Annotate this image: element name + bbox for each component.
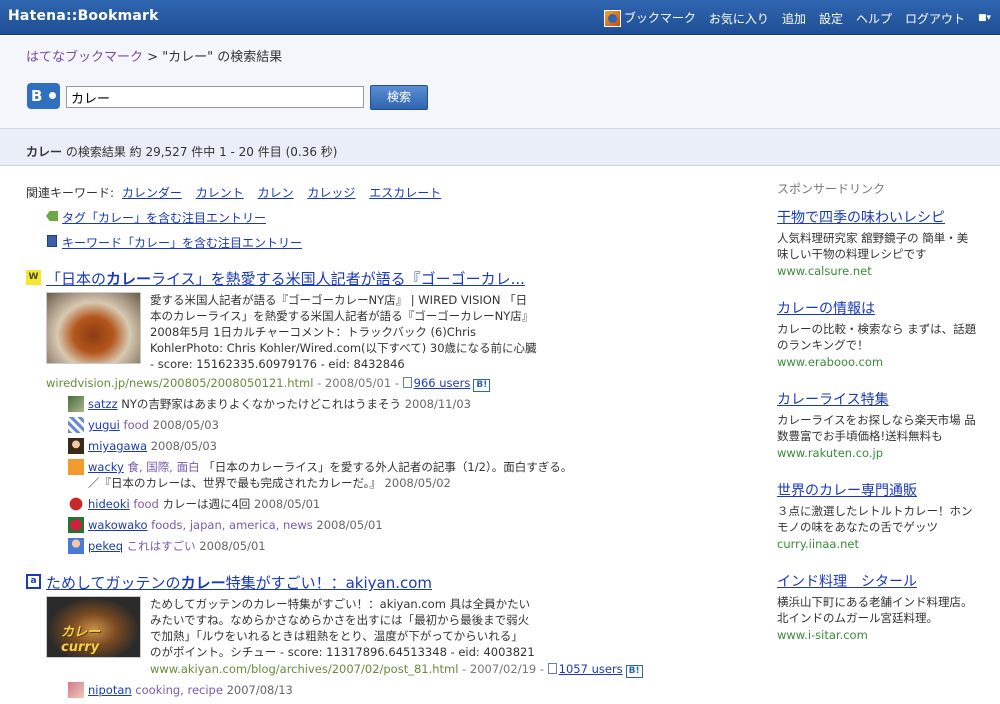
- ad-title-link[interactable]: カレーの情報は: [777, 298, 977, 318]
- entry-title-link[interactable]: ためしてガッテンのカレー特集がすごい！：akiyan.com: [46, 574, 432, 592]
- ad-url[interactable]: www.rakuten.co.jp: [777, 446, 977, 460]
- comment-username[interactable]: yugui: [88, 418, 120, 432]
- avatar[interactable]: [68, 682, 84, 698]
- entry-url[interactable]: wiredvision.jp/news/200805/2008050121.ht…: [46, 376, 313, 390]
- akiyan-favicon-icon: a: [26, 574, 41, 589]
- comment-username[interactable]: hideoki: [88, 497, 130, 511]
- tag-icon: [46, 211, 58, 221]
- entry-body: 愛する米国人記者が語る『ゴーゴーカレーNY店』 | WIRED VISION 「…: [46, 292, 746, 376]
- sponsored-heading: スポンサードリンク: [777, 182, 886, 196]
- search-area: はてなブックマーク > "カレー" の検索結果 B 検索: [0, 36, 1000, 128]
- avatar[interactable]: [68, 417, 84, 433]
- entry-title-link[interactable]: 「日本のカレーライス」を熱愛する米国人記者が語る『ゴーゴーカレ...: [46, 270, 525, 288]
- nav-favorites[interactable]: お気に入り: [709, 10, 769, 27]
- nav-help[interactable]: ヘルプ: [856, 10, 892, 27]
- comment-username[interactable]: pekeq: [88, 539, 123, 553]
- keyword-book-icon: [47, 235, 57, 247]
- comment-item: wacky 食, 国際, 面白 「日本のカレーライス」を愛する外人記者の記事（1…: [68, 459, 746, 491]
- main-results: 関連キーワード: カレンダー カレント カレン カレッジ エスカレート タグ「カ…: [26, 184, 746, 698]
- entry-title-row: a ためしてガッテンのカレー特集がすごい！：akiyan.com: [26, 572, 746, 592]
- comment-item: wakowako foods, japan, america, news 200…: [68, 517, 746, 533]
- hatena-b-icon: B: [27, 83, 60, 109]
- sponsored-ad: 世界のカレー専門通販 ３点に激選したレトルトカレー！ホンモノの味をあなたの舌でゲ…: [777, 480, 977, 551]
- keyword-entries-link[interactable]: キーワード「カレー」を含む注目エントリー: [62, 236, 302, 250]
- wired-favicon-icon: W: [26, 270, 41, 285]
- top-nav: ブックマーク お気に入り 追加 設定 ヘルプ ログアウト ■▾: [603, 9, 992, 27]
- related-keyword-link[interactable]: カレント: [196, 186, 244, 200]
- comment-item: pekeq これはすごい 2008/05/01: [68, 538, 746, 554]
- flag-menu-icon[interactable]: ■▾: [978, 13, 992, 23]
- search-result-entry: W 「日本のカレーライス」を熱愛する米国人記者が語る『ゴーゴーカレ... 愛する…: [26, 268, 746, 559]
- nav-settings[interactable]: 設定: [819, 10, 843, 27]
- comment-item: miyagawa 2008/05/03: [68, 438, 746, 454]
- keyword-entries-row: キーワード「カレー」を含む注目エントリー: [26, 234, 746, 251]
- comment-username[interactable]: nipotan: [88, 683, 132, 697]
- sponsored-ad: カレーライス特集 カレーライスをお探しなら楽天市場 品数豊富でお手頃価格!送料無…: [777, 389, 977, 460]
- ad-title-link[interactable]: カレーライス特集: [777, 389, 977, 409]
- comment-item: nipotan cooking, recipe 2007/08/13: [68, 682, 746, 698]
- ad-title-link[interactable]: インド料理 シタール: [777, 571, 977, 591]
- tag-entries-link[interactable]: タグ「カレー」を含む注目エントリー: [62, 211, 266, 225]
- breadcrumb: はてなブックマーク > "カレー" の検索結果: [26, 50, 283, 65]
- ad-url[interactable]: www.erabooo.com: [777, 355, 977, 369]
- entry-url[interactable]: www.akiyan.com/blog/archives/2007/02/pos…: [150, 662, 458, 676]
- comment-username[interactable]: wakowako: [88, 518, 147, 532]
- nav-add[interactable]: 追加: [782, 10, 806, 27]
- search-button[interactable]: 検索: [370, 85, 428, 110]
- comment-item: satzz NYの吉野家はあまりよくなかったけどこれはうまそう 2008/11/…: [68, 396, 746, 412]
- comment-list: satzz NYの吉野家はあまりよくなかったけどこれはうまそう 2008/11/…: [68, 396, 746, 554]
- related-keyword-link[interactable]: カレッジ: [307, 186, 355, 200]
- comment-item: hideoki food カレーは週に4回 2008/05/01: [68, 496, 746, 512]
- comment-username[interactable]: miyagawa: [88, 439, 147, 453]
- ad-url[interactable]: curry.iinaa.net: [777, 537, 977, 551]
- entry-meta: www.akiyan.com/blog/archives/2007/02/pos…: [150, 662, 746, 678]
- entry-snippet: ためしてガッテンのカレー特集がすごい！：akiyan.com 具は全員かたい み…: [150, 597, 535, 659]
- header-bar: Hatena::Bookmark ブックマーク お気に入り 追加 設定 ヘルプ …: [0, 0, 1000, 35]
- avatar[interactable]: [68, 538, 84, 554]
- page-icon: [547, 663, 557, 674]
- add-bookmark-badge-icon[interactable]: B!: [473, 379, 491, 392]
- breadcrumb-home-link[interactable]: はてなブックマーク: [26, 50, 143, 65]
- ad-title-link[interactable]: 干物で四季の味わいレシピ: [777, 207, 977, 227]
- bookmark-user-icon: [603, 10, 621, 27]
- avatar[interactable]: [68, 438, 84, 454]
- sponsored-ad: インド料理 シタール 横浜山下町にある老舗インド料理店。 北インドのムガール宮廷…: [777, 571, 977, 642]
- entry-thumbnail[interactable]: [46, 292, 141, 364]
- breadcrumb-current: "カレー" の検索結果: [162, 50, 283, 65]
- entry-body: カレー curry ためしてガッテンのカレー特集がすごい！：akiyan.com…: [46, 596, 746, 662]
- entry-meta: wiredvision.jp/news/200805/2008050121.ht…: [46, 376, 746, 392]
- ad-url[interactable]: www.calsure.net: [777, 264, 977, 278]
- search-result-entry: a ためしてガッテンのカレー特集がすごい！：akiyan.com カレー cur…: [26, 572, 746, 703]
- tag-entries-row: タグ「カレー」を含む注目エントリー: [26, 209, 746, 226]
- users-count-link[interactable]: 1057 users: [559, 662, 623, 676]
- sponsored-ad: カレーの情報は カレーの比較・検索なら まずは、話題のランキングで！ www.e…: [777, 298, 977, 369]
- related-keywords: 関連キーワード: カレンダー カレント カレン カレッジ エスカレート: [26, 186, 442, 200]
- avatar[interactable]: [68, 459, 84, 475]
- entry-title-row: W 「日本のカレーライス」を熱愛する米国人記者が語る『ゴーゴーカレ...: [26, 268, 746, 288]
- comment-item: yugui food 2008/05/03: [68, 417, 746, 433]
- comment-username[interactable]: satzz: [88, 397, 118, 411]
- avatar[interactable]: [68, 396, 84, 412]
- entry-snippet: 愛する米国人記者が語る『ゴーゴーカレーNY店』 | WIRED VISION 「…: [150, 293, 537, 371]
- related-keyword-link[interactable]: カレンダー: [122, 186, 182, 200]
- search-input[interactable]: [66, 86, 364, 108]
- avatar[interactable]: [68, 496, 84, 512]
- comment-username[interactable]: wacky: [88, 460, 124, 474]
- ad-url[interactable]: www.i-sitar.com: [777, 628, 977, 642]
- result-summary: カレー の検索結果 約 29,527 件中 1 - 20 件目 (0.36 秒): [0, 128, 1000, 166]
- nav-logout[interactable]: ログアウト: [905, 10, 965, 27]
- sponsored-ad: 干物で四季の味わいレシピ 人気料理研究家 舘野鏡子の 簡単・美味しい干物の料理レ…: [777, 207, 977, 278]
- site-logo[interactable]: Hatena::Bookmark: [8, 8, 159, 24]
- sponsored-links-sidebar: スポンサードリンク 干物で四季の味わいレシピ 人気料理研究家 舘野鏡子の 簡単・…: [777, 180, 977, 662]
- related-keyword-link[interactable]: カレン: [258, 186, 294, 200]
- page-icon: [402, 377, 412, 388]
- ad-title-link[interactable]: 世界のカレー専門通販: [777, 480, 977, 500]
- nav-bookmark[interactable]: ブックマーク: [603, 9, 696, 27]
- avatar[interactable]: [68, 517, 84, 533]
- comment-list: nipotan cooking, recipe 2007/08/13: [68, 682, 746, 698]
- related-keyword-link[interactable]: エスカレート: [369, 186, 441, 200]
- entry-thumbnail[interactable]: カレー curry: [46, 596, 141, 658]
- add-bookmark-badge-icon[interactable]: B!: [625, 665, 643, 678]
- users-count-link[interactable]: 966 users: [414, 376, 471, 390]
